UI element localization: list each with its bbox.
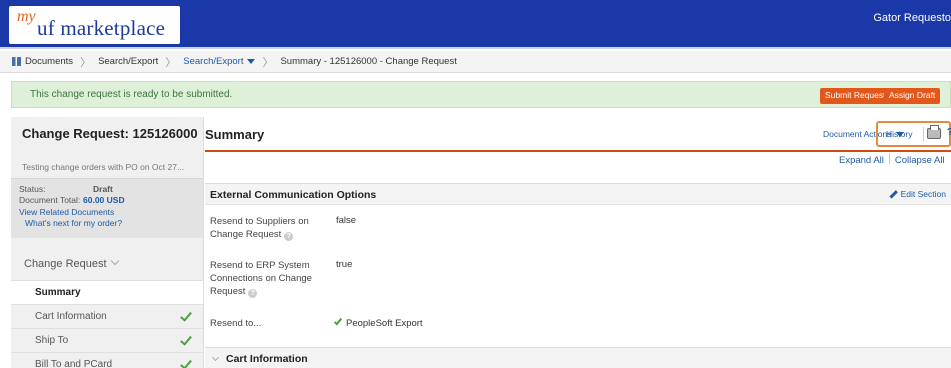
section-header-cart-information[interactable]: Cart Information [205, 347, 951, 368]
edit-section-link[interactable]: Edit Section [889, 189, 946, 199]
main-content: Summary Document Actions History ? Expan… [205, 117, 951, 368]
status-value: Draft [93, 184, 113, 194]
breadcrumb-search-export-menu[interactable]: Search/Export [183, 56, 256, 67]
history-link[interactable]: History [886, 129, 912, 139]
field-value-resend-erp: true [336, 259, 353, 270]
user-menu[interactable]: Gator Requesto [873, 12, 951, 24]
ready-alert: This change request is ready to be submi… [11, 81, 951, 108]
document-title: Change Request: 125126000 [22, 126, 198, 141]
document-description: Testing change orders with PO on Oct 27.… [22, 162, 185, 172]
resend-to-value: PeopleSoft Export [346, 318, 423, 329]
nav-item-label: Summary [35, 287, 81, 298]
breadcrumb-separator-icon: 〉 [262, 56, 274, 69]
section-header-external-communication[interactable]: External Communication Options Edit Sect… [205, 183, 951, 205]
breadcrumb-search-export[interactable]: Search/Export [98, 56, 158, 67]
alert-message: This change request is ready to be submi… [30, 89, 233, 100]
field-label-resend-to: Resend to... [210, 318, 262, 329]
divider [923, 127, 924, 141]
nav-item-bill-to[interactable]: Bill To and PCard [11, 352, 203, 368]
checkmark-icon [180, 357, 192, 368]
section-title-group: Cart Information [211, 353, 308, 365]
field-label-text: Resend to ERP System Connections on Chan… [210, 260, 312, 297]
edit-section-label: Edit Section [900, 189, 946, 199]
section-title: External Communication Options [210, 189, 377, 201]
field-value-resend-to: PeopleSoft Export [333, 316, 423, 329]
page-title: Summary [205, 127, 265, 142]
nav-item-label: Ship To [35, 335, 69, 346]
submit-request-button[interactable]: Submit Request [820, 88, 891, 104]
pencil-icon [889, 189, 898, 198]
collapse-all-link[interactable]: Collapse All [895, 155, 945, 166]
breadcrumb-separator-icon: 〉 [80, 56, 92, 69]
whats-next-link[interactable]: What's next for my order? [25, 218, 122, 228]
expand-all-link[interactable]: Expand All [839, 155, 884, 166]
total-label: Document Total: [19, 195, 81, 205]
nav-header-change-request[interactable]: Change Request [24, 256, 119, 270]
field-label-resend-erp: Resend to ERP System Connections on Chan… [210, 259, 325, 298]
top-header: my uf marketplace Gator Requesto [0, 0, 951, 49]
documents-icon [12, 57, 21, 66]
title-divider [205, 150, 951, 152]
document-status-panel: Status: Draft Document Total: 60.00 USD … [11, 178, 203, 238]
expand-collapse-controls: Expand All Collapse All [839, 153, 945, 166]
nav-item-label: Cart Information [35, 311, 107, 322]
help-icon[interactable]: ? [248, 289, 258, 298]
nav-item-label: Bill To and PCard [35, 359, 113, 368]
page: my uf marketplace Gator Requesto Documen… [0, 0, 951, 368]
logo[interactable]: my uf marketplace [9, 6, 180, 44]
nav-item-cart-information[interactable]: Cart Information [11, 304, 203, 328]
chevron-down-icon [211, 353, 220, 362]
nav-item-ship-to[interactable]: Ship To [11, 328, 203, 352]
help-icon[interactable]: ? [284, 232, 294, 241]
breadcrumb: Documents 〉 Search/Export 〉 Search/Expor… [0, 51, 951, 73]
print-icon[interactable] [927, 125, 941, 139]
checkmark-icon [180, 333, 192, 346]
logo-prefix: my [17, 8, 36, 25]
chevron-down-icon [110, 256, 119, 266]
caret-down-icon [247, 58, 256, 64]
breadcrumb-separator-icon: 〉 [165, 56, 177, 69]
logo-text: uf marketplace [37, 16, 166, 40]
field-label-resend-suppliers: Resend to Suppliers on Change Request? [210, 215, 325, 241]
breadcrumb-current: Summary - 125126000 - Change Request [280, 56, 457, 67]
help-icon[interactable]: ? [947, 127, 951, 138]
total-value: 60.00 USD [83, 195, 125, 205]
checkmark-icon [333, 316, 343, 326]
checkmark-icon [180, 309, 192, 322]
nav-item-summary[interactable]: Summary [11, 280, 203, 304]
breadcrumb-documents[interactable]: Documents [25, 56, 73, 67]
divider [888, 153, 890, 164]
view-related-documents-link[interactable]: View Related Documents [19, 207, 114, 217]
field-label-text: Resend to Suppliers on Change Request [210, 216, 309, 240]
section-title: Cart Information [226, 353, 308, 365]
breadcrumb-search-export-label: Search/Export [183, 56, 244, 67]
field-value-resend-suppliers: false [336, 215, 357, 226]
assign-draft-button[interactable]: Assign Draft [884, 88, 941, 104]
nav-header-label: Change Request [24, 258, 107, 270]
sidebar: Change Request: 125126000 Testing change… [11, 117, 204, 368]
status-label: Status: [19, 184, 46, 194]
